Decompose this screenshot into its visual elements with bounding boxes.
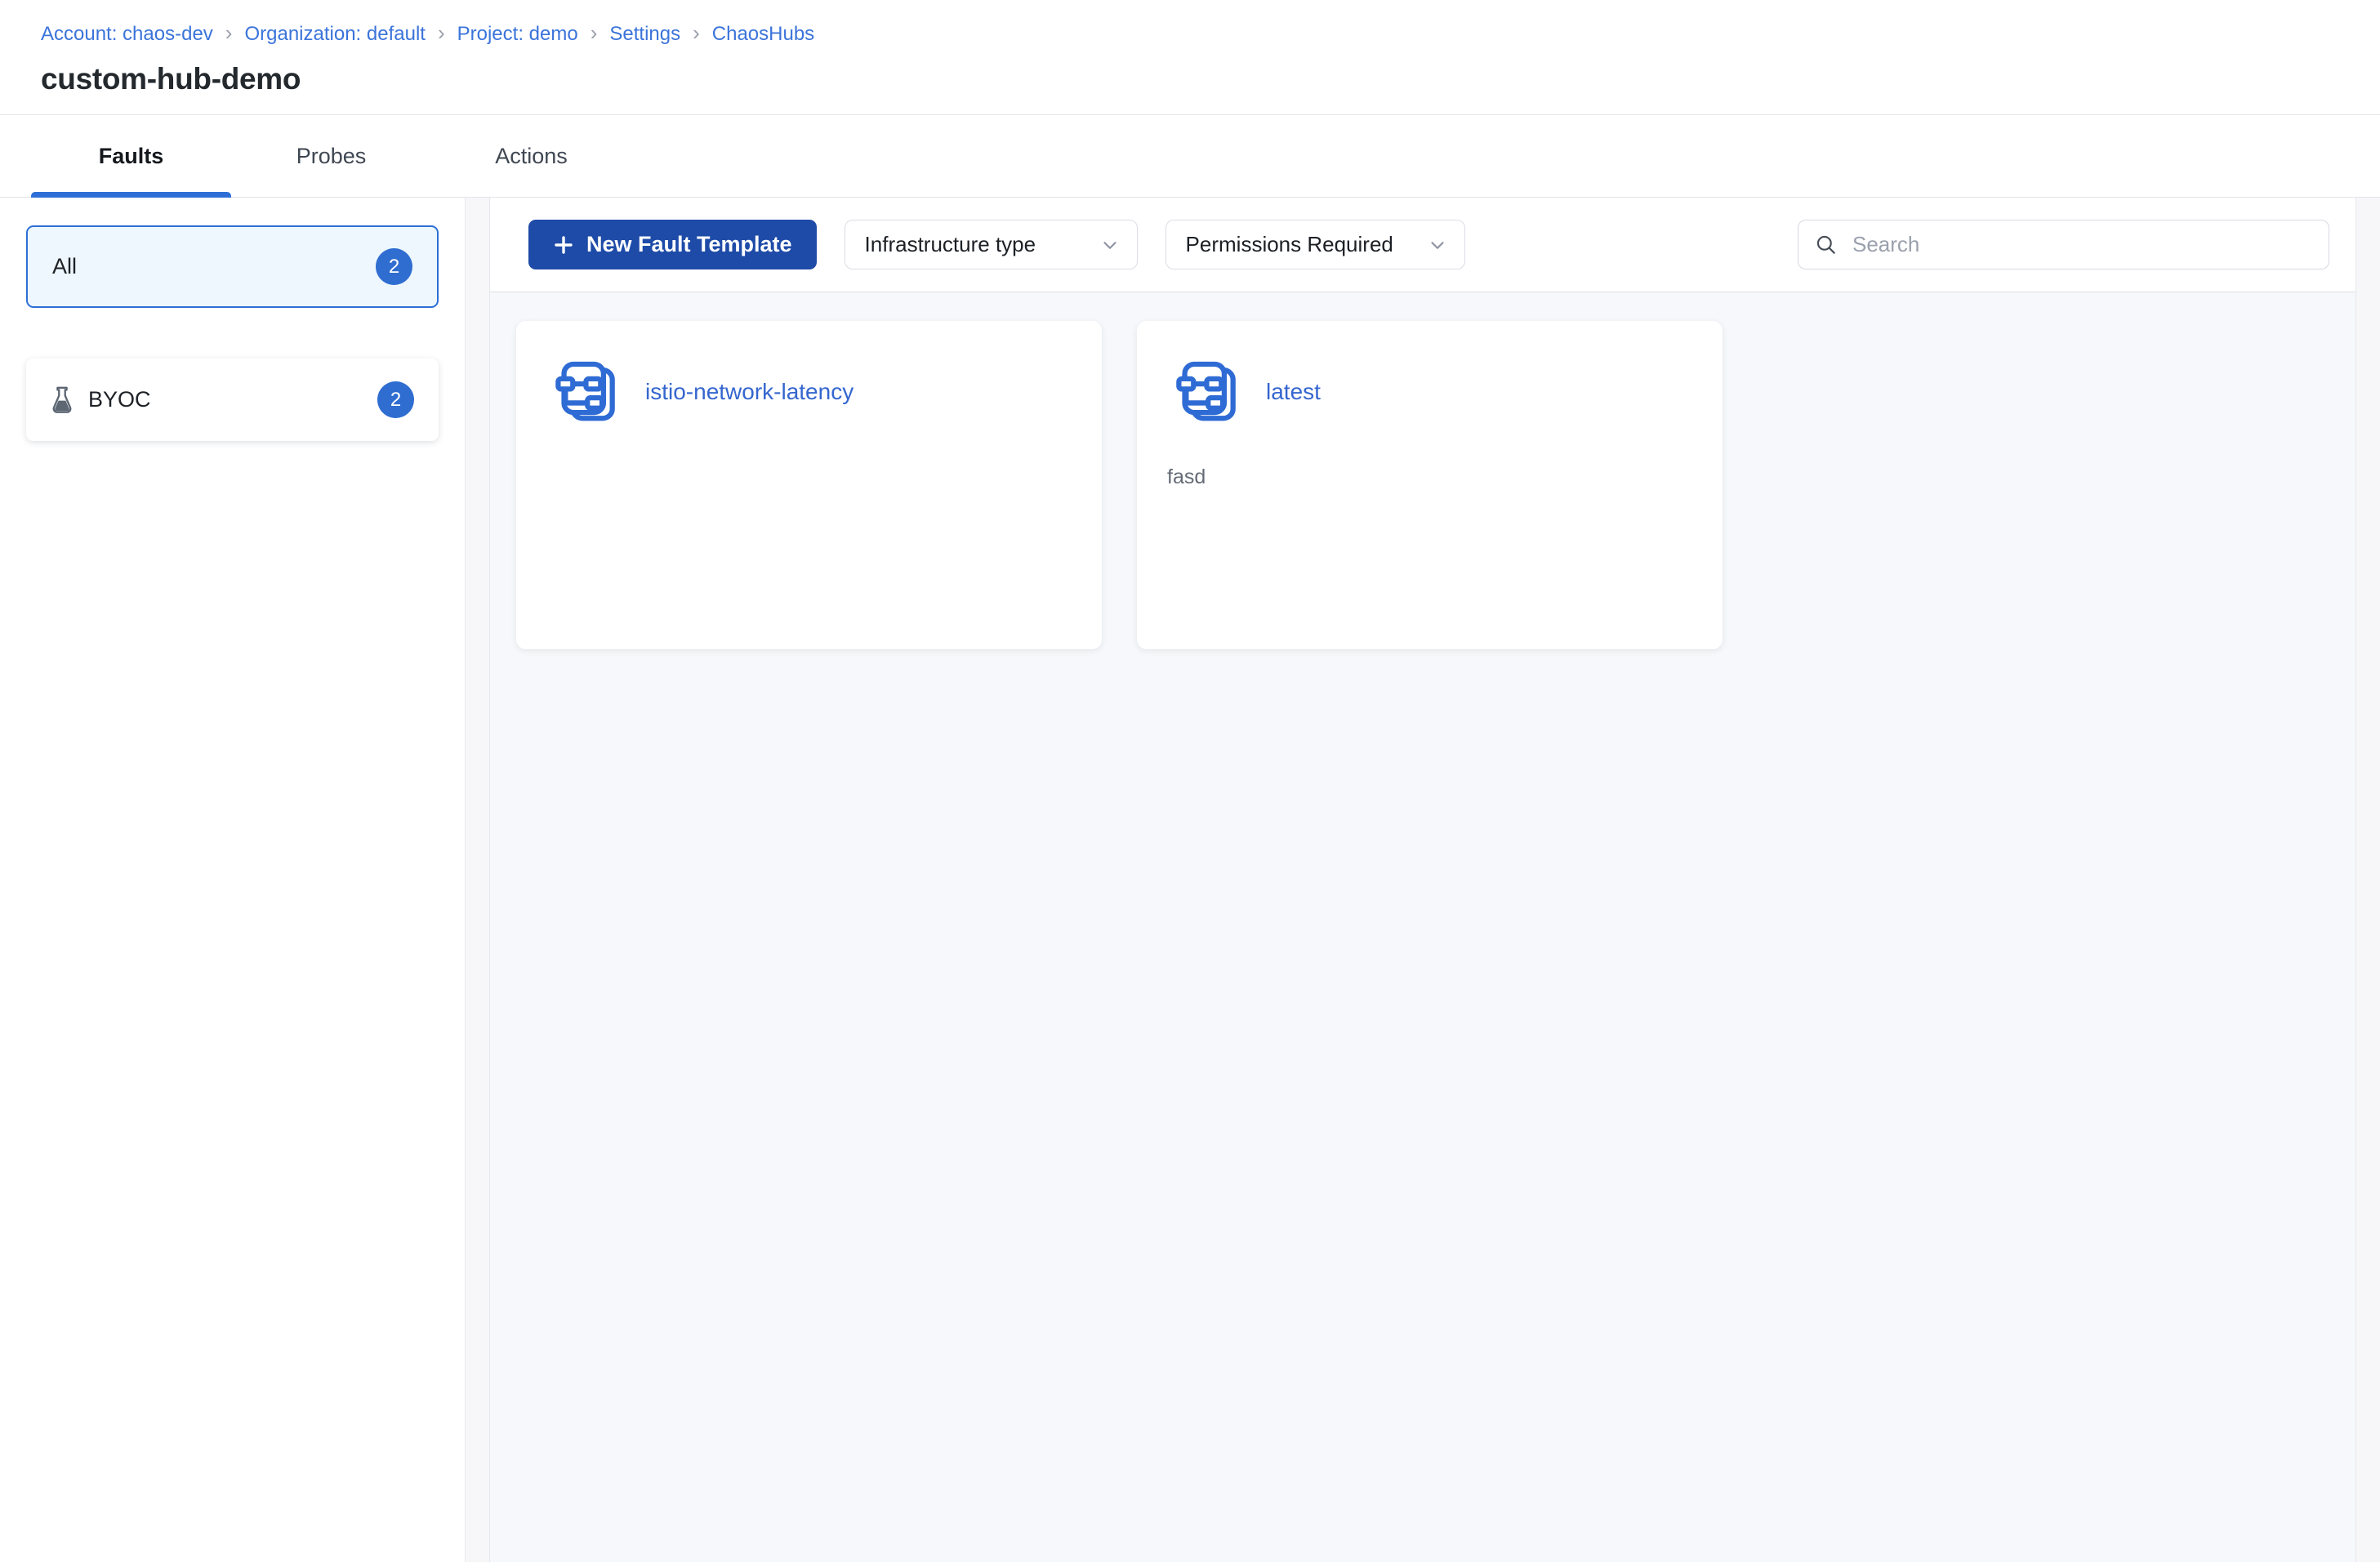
search-box: [1798, 220, 2329, 269]
sidebar-item-byoc[interactable]: BYOC 2: [26, 358, 439, 441]
breadcrumb-organization-link[interactable]: Organization: default: [244, 23, 425, 46]
chaoshub-page: Account: chaos-dev › Organization: defau…: [0, 0, 2380, 1562]
page-body: All 2 BYOC 2 New Fault Template Infrastr…: [0, 198, 2380, 1562]
category-sidebar: All 2 BYOC 2: [0, 198, 466, 1562]
new-fault-template-button[interactable]: New Fault Template: [528, 220, 817, 269]
infrastructure-type-dropdown[interactable]: Infrastructure type: [844, 220, 1138, 269]
tab-actions[interactable]: Actions: [431, 115, 631, 197]
sidebar-item-all[interactable]: All 2: [26, 225, 439, 308]
tab-probes[interactable]: Probes: [231, 115, 431, 197]
breadcrumb-settings-link[interactable]: Settings: [609, 23, 680, 46]
sidebar-item-label: BYOC: [88, 387, 151, 412]
fault-template-card[interactable]: istio-network-latency: [516, 321, 1102, 649]
faults-toolbar: New Fault Template Infrastructure type P…: [490, 198, 2355, 292]
new-fault-template-label: New Fault Template: [586, 232, 792, 256]
tab-faults[interactable]: Faults: [31, 115, 231, 198]
sidebar-scrollbar-track[interactable]: [466, 198, 490, 1562]
flask-icon: [51, 386, 74, 414]
fault-template-grid: istio-network-latency latest fasd: [490, 292, 2355, 1562]
chevron-right-icon: ›: [693, 20, 700, 45]
chevron-down-icon: [1099, 234, 1121, 256]
count-badge: 2: [377, 381, 414, 418]
fault-template-title-link[interactable]: latest: [1266, 379, 1321, 405]
fault-template-icon: [1174, 356, 1245, 428]
plus-icon: [553, 234, 574, 256]
breadcrumb-account-link[interactable]: Account: chaos-dev: [41, 23, 213, 46]
chevron-right-icon: ›: [590, 20, 598, 45]
breadcrumb-chaoshubs-link[interactable]: ChaosHubs: [712, 23, 814, 46]
sidebar-item-label: All: [52, 254, 78, 278]
fault-template-title-link[interactable]: istio-network-latency: [645, 379, 854, 405]
search-icon: [1815, 234, 1838, 256]
breadcrumb-project-link[interactable]: Project: demo: [457, 23, 578, 46]
fault-template-icon: [554, 356, 624, 428]
breadcrumb: Account: chaos-dev › Organization: defau…: [41, 20, 2380, 46]
fault-template-card[interactable]: latest fasd: [1137, 321, 1723, 649]
permissions-required-dropdown[interactable]: Permissions Required: [1165, 220, 1465, 269]
main-panel: New Fault Template Infrastructure type P…: [490, 198, 2355, 1562]
fault-template-description: fasd: [1167, 465, 1206, 488]
count-badge: 2: [376, 248, 412, 285]
page-header: Account: chaos-dev › Organization: defau…: [0, 0, 2380, 115]
main-scrollbar-track[interactable]: [2355, 198, 2380, 1562]
dropdown-label: Infrastructure type: [864, 232, 1036, 256]
search-input[interactable]: [1851, 231, 2312, 258]
chevron-right-icon: ›: [225, 20, 233, 45]
tab-bar: Faults Probes Actions: [0, 115, 2380, 198]
page-title: custom-hub-demo: [41, 62, 301, 96]
dropdown-label: Permissions Required: [1185, 232, 1393, 256]
chevron-down-icon: [1427, 234, 1448, 256]
chevron-right-icon: ›: [437, 20, 445, 45]
